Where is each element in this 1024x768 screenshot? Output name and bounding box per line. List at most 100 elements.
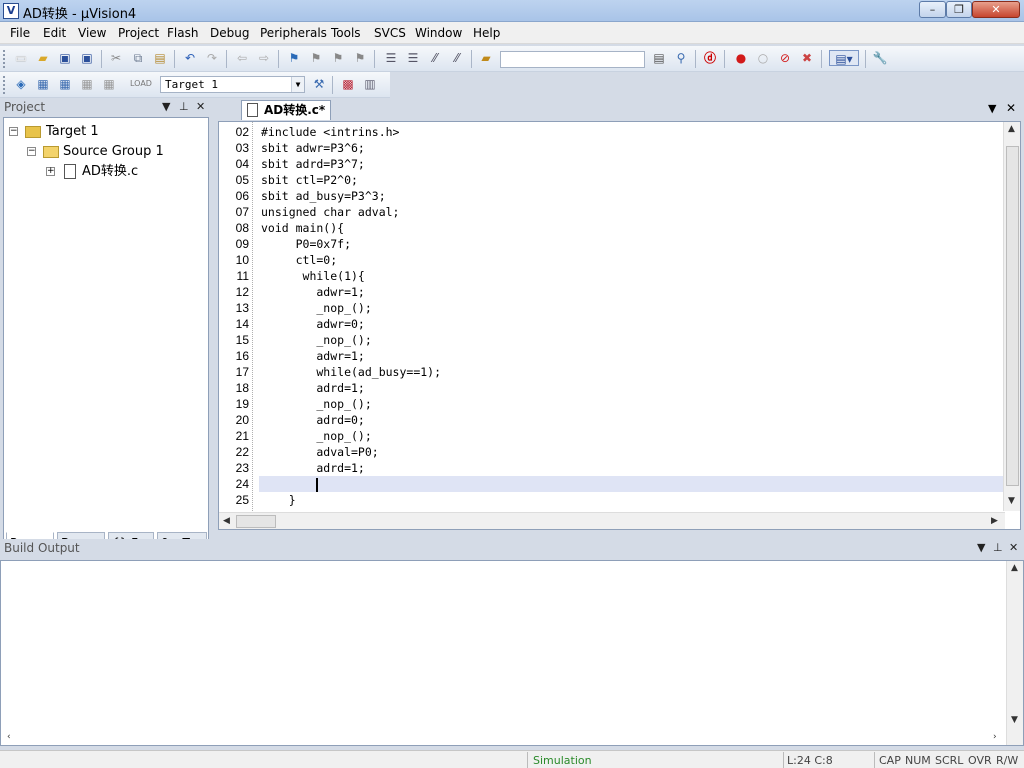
tree-node-file[interactable]: + AD转换.c <box>46 163 166 181</box>
window-title: AD转换 - µVision4 <box>23 7 137 22</box>
vertical-scroll-thumb[interactable] <box>1006 146 1019 486</box>
enable-breakpoint-icon[interactable]: ○ <box>755 50 771 66</box>
find-icon[interactable]: ▤ <box>651 50 667 66</box>
clear-bookmarks-icon[interactable]: ⚑ <box>352 50 368 66</box>
status-rw: R/W <box>996 754 1019 767</box>
new-file-icon[interactable]: ▭ <box>13 50 29 66</box>
tree-node-target[interactable]: − Target 1 <box>9 123 129 141</box>
tab-list-icon[interactable]: ▼ <box>988 102 996 115</box>
target-options-icon[interactable]: ⚒ <box>311 76 327 92</box>
code-line: adrd=1; <box>261 381 365 395</box>
code-line: _nop_(); <box>261 429 372 443</box>
menu-debug[interactable]: Debug <box>210 26 249 40</box>
line-number: 20 <box>235 413 249 427</box>
configure-icon[interactable]: 🔧 <box>872 50 888 66</box>
undo-icon[interactable]: ↶ <box>182 50 198 66</box>
kill-breakpoints-icon[interactable]: ✖ <box>799 50 815 66</box>
scroll-left-icon[interactable]: ◀ <box>223 516 230 526</box>
panel-pin-icon[interactable]: ⊥ <box>179 98 189 116</box>
target-dropdown-icon[interactable]: ▼ <box>291 77 304 92</box>
scroll-up-icon[interactable]: ▲ <box>1011 563 1018 573</box>
build-output-header: Build Output ▼ ⊥ ✕ <box>0 539 1024 557</box>
panel-pin-icon[interactable]: ⊥ <box>993 539 1003 557</box>
editor-tabs: AD转换.c* ▼ ✕ <box>215 98 1024 120</box>
panel-close-icon[interactable]: ✕ <box>1009 539 1018 557</box>
scroll-right-icon[interactable]: › <box>993 732 997 742</box>
menu-tools[interactable]: Tools <box>331 26 361 40</box>
nav-forward-icon[interactable]: ⇨ <box>256 50 272 66</box>
panel-close-icon[interactable]: ✕ <box>196 98 205 116</box>
prev-bookmark-icon[interactable]: ⚑ <box>308 50 324 66</box>
incremental-find-icon[interactable]: ⚲ <box>673 50 689 66</box>
menu-edit[interactable]: Edit <box>43 26 66 40</box>
close-tab-icon[interactable]: ✕ <box>1006 101 1016 115</box>
next-bookmark-icon[interactable]: ⚑ <box>330 50 346 66</box>
manage-components-icon[interactable]: ▩ <box>340 76 356 92</box>
output-horizontal-scrollbar[interactable]: ‹ › <box>1 730 1005 745</box>
panel-menu-icon[interactable]: ▼ <box>162 98 170 116</box>
copy-icon[interactable]: ⧉ <box>130 50 146 66</box>
batch-build-icon[interactable]: ▦ <box>79 76 95 92</box>
code-editor[interactable]: 02 03 04 05 06 07 08 09 10 11 12 13 14 15 16 17 18 19 20 21… <box>218 121 1021 530</box>
menu-view[interactable]: View <box>78 26 106 40</box>
insert-breakpoint-icon[interactable]: ● <box>733 50 749 66</box>
unindent-icon[interactable]: ☰ <box>405 50 421 66</box>
translate-icon[interactable]: ◈ <box>13 76 29 92</box>
menu-peripherals[interactable]: Peripherals <box>260 26 327 40</box>
disable-breakpoints-icon[interactable]: ⊘ <box>777 50 793 66</box>
horizontal-scroll-thumb[interactable] <box>236 515 276 528</box>
horizontal-scrollbar[interactable]: ◀ ▶ <box>219 512 1005 529</box>
indent-icon[interactable]: ☰ <box>383 50 399 66</box>
nav-back-icon[interactable]: ⇦ <box>234 50 250 66</box>
panel-menu-icon[interactable]: ▼ <box>977 539 985 557</box>
collapse-icon[interactable]: − <box>9 127 18 136</box>
target-select[interactable]: Target 1 ▼ <box>160 76 305 93</box>
stop-build-icon[interactable]: ▦ <box>101 76 117 92</box>
editor-tab-file[interactable]: AD转换.c* <box>241 100 331 120</box>
toolbar-grip-2[interactable] <box>3 76 6 94</box>
tree-node-group[interactable]: − Source Group 1 <box>27 143 177 161</box>
collapse-icon[interactable]: − <box>27 147 36 156</box>
cut-icon[interactable]: ✂ <box>108 50 124 66</box>
close-button[interactable]: ✕ <box>972 1 1020 18</box>
output-vertical-scrollbar[interactable]: ▲ ▼ <box>1006 561 1023 745</box>
build-output-text[interactable]: ▲ ▼ ‹ › <box>0 560 1024 746</box>
find-in-files-icon[interactable]: ▰ <box>478 50 494 66</box>
maximize-button[interactable]: ❐ <box>946 1 972 18</box>
menu-window[interactable]: Window <box>415 26 462 40</box>
code-line: adwr=0; <box>261 317 365 331</box>
find-combo[interactable] <box>500 51 645 68</box>
build-icon[interactable]: ▦ <box>35 76 51 92</box>
menu-project[interactable]: Project <box>118 26 159 40</box>
vertical-scrollbar[interactable]: ▲ ▼ <box>1003 122 1020 511</box>
select-packs-icon[interactable]: ▥ <box>362 76 378 92</box>
save-icon[interactable]: ▣ <box>57 50 73 66</box>
save-all-icon[interactable]: ▣ <box>79 50 95 66</box>
rebuild-icon[interactable]: ▦ <box>57 76 73 92</box>
scroll-down-icon[interactable]: ▼ <box>1008 496 1015 506</box>
scroll-up-icon[interactable]: ▲ <box>1008 124 1015 134</box>
status-cursor-position: L:24 C:8 <box>787 754 833 767</box>
scroll-right-icon[interactable]: ▶ <box>991 516 998 526</box>
download-icon[interactable]: LOAD <box>130 76 152 92</box>
comment-icon[interactable]: ⁄⁄ <box>427 50 443 66</box>
toolbar-grip[interactable] <box>3 50 6 68</box>
menu-file[interactable]: File <box>10 26 30 40</box>
paste-icon[interactable]: ▤ <box>152 50 168 66</box>
title-bar: V AD转换 - µVision4 – ❐ ✕ <box>0 0 1024 22</box>
bookmark-icon[interactable]: ⚑ <box>286 50 302 66</box>
expand-icon[interactable]: + <box>46 167 55 176</box>
start-debug-icon[interactable]: ⓓ <box>702 50 718 66</box>
menu-svcs[interactable]: SVCS <box>374 26 406 40</box>
menu-flash[interactable]: Flash <box>167 26 198 40</box>
redo-icon[interactable]: ↷ <box>204 50 220 66</box>
window-layout-icon[interactable]: ▤▾ <box>829 50 859 66</box>
line-number: 24 <box>235 477 249 491</box>
menu-help[interactable]: Help <box>473 26 500 40</box>
scroll-down-icon[interactable]: ▼ <box>1011 715 1018 725</box>
uncomment-icon[interactable]: ⁄⁄ <box>449 50 465 66</box>
scroll-left-icon[interactable]: ‹ <box>7 732 11 742</box>
line-number: 14 <box>235 317 249 331</box>
open-file-icon[interactable]: ▰ <box>35 50 51 66</box>
minimize-button[interactable]: – <box>919 1 946 18</box>
